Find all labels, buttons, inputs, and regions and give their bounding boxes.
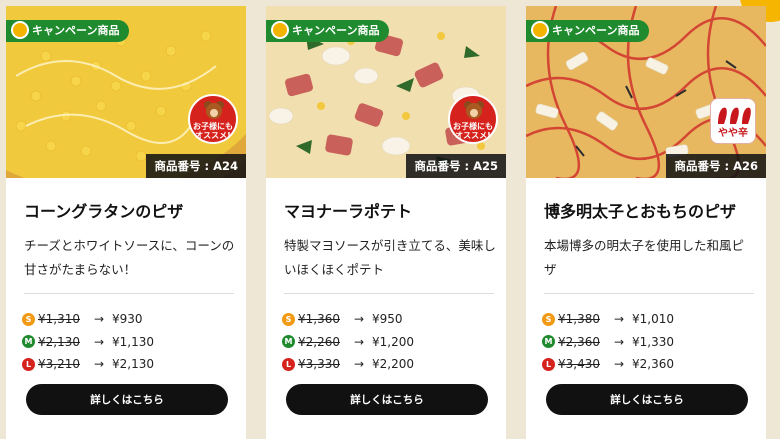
size-l-icon: L xyxy=(22,357,35,371)
medal-icon xyxy=(11,21,29,39)
campaign-label: キャンペーン商品 xyxy=(552,24,640,37)
campaign-label: キャンペーン商品 xyxy=(292,24,380,37)
arrow-icon: → xyxy=(353,334,365,349)
price-row-l: L ¥3,430 → ¥2,360 xyxy=(542,353,674,375)
campaign-badge: キャンペーン商品 xyxy=(6,20,130,42)
product-title: 博多明太子とおもちのピザ xyxy=(544,202,737,221)
new-price: ¥1,330 xyxy=(632,334,674,349)
badge-text: お子様にもオススメ! xyxy=(453,122,493,140)
old-price: ¥3,210 xyxy=(38,357,80,371)
price-row-l: L ¥3,330 → ¥2,200 xyxy=(282,353,414,375)
pizza-photo[interactable]: キャンペーン商品 お子様にもオススメ! 商品番号 : A25 xyxy=(266,6,506,178)
price-row-m: M ¥2,260 → ¥1,200 xyxy=(282,331,414,353)
new-price: ¥2,360 xyxy=(632,357,674,371)
old-price: ¥3,330 xyxy=(298,357,340,371)
badge-text: お子様にもオススメ! xyxy=(193,122,233,140)
details-button[interactable]: 詳しくはこちら xyxy=(286,384,488,415)
price-row-s: S ¥1,310 → ¥930 xyxy=(22,308,154,330)
price-list: S ¥1,380 → ¥1,010 M ¥2,360 → ¥1,330 L ¥3… xyxy=(542,308,674,376)
divider xyxy=(544,293,754,294)
product-card-list: キャンペーン商品 お子様にもオススメ! 商品番号 : A24 コーングラタンのピ… xyxy=(6,6,780,439)
arrow-icon: → xyxy=(613,334,625,349)
details-button[interactable]: 詳しくはこちら xyxy=(546,384,748,415)
product-title: コーングラタンのピザ xyxy=(24,202,184,221)
spicy-badge: やや辛 xyxy=(710,98,756,144)
product-card: キャンペーン商品 お子様にもオススメ! 商品番号 : A25 マヨナーラポテト … xyxy=(266,6,506,439)
old-price: ¥1,360 xyxy=(298,312,340,326)
campaign-badge: キャンペーン商品 xyxy=(526,20,650,42)
details-button[interactable]: 詳しくはこちら xyxy=(26,384,228,415)
kids-recommend-badge: お子様にもオススメ! xyxy=(448,94,498,144)
size-l-icon: L xyxy=(542,357,555,371)
new-price: ¥1,010 xyxy=(632,312,674,326)
product-number: 商品番号 : A26 xyxy=(666,154,766,178)
old-price: ¥1,380 xyxy=(558,312,600,326)
medal-icon xyxy=(531,21,549,39)
medal-icon xyxy=(271,21,289,39)
product-number: 商品番号 : A24 xyxy=(146,154,246,178)
product-number: 商品番号 : A25 xyxy=(406,154,506,178)
pizza-photo[interactable]: キャンペーン商品 お子様にもオススメ! 商品番号 : A24 xyxy=(6,6,246,178)
kids-recommend-badge: お子様にもオススメ! xyxy=(188,94,238,144)
price-row-s: S ¥1,380 → ¥1,010 xyxy=(542,308,674,330)
product-description: チーズとホワイトソースに、コーンの甘さがたまらない！ xyxy=(24,238,235,277)
product-description: 特製マヨソースが引き立てる、美味しいほくほくポテト xyxy=(284,238,496,277)
size-l-icon: L xyxy=(282,357,295,371)
campaign-label: キャンペーン商品 xyxy=(32,24,120,37)
price-row-m: M ¥2,130 → ¥1,130 xyxy=(22,331,154,353)
new-price: ¥950 xyxy=(372,312,403,326)
price-row-l: L ¥3,210 → ¥2,130 xyxy=(22,353,154,375)
product-description: 本場博多の明太子を使用した和風ピザ xyxy=(544,238,745,277)
old-price: ¥2,130 xyxy=(38,334,80,349)
arrow-icon: → xyxy=(353,357,365,371)
chili-hands-icon xyxy=(718,107,751,124)
divider xyxy=(24,293,234,294)
new-price: ¥1,130 xyxy=(112,334,154,349)
product-card: キャンペーン商品 お子様にもオススメ! 商品番号 : A24 コーングラタンのピ… xyxy=(6,6,246,439)
new-price: ¥930 xyxy=(112,312,143,326)
size-s-icon: S xyxy=(282,312,295,326)
new-price: ¥2,130 xyxy=(112,357,154,371)
size-m-icon: M xyxy=(542,335,555,348)
arrow-icon: → xyxy=(93,357,105,371)
size-s-icon: S xyxy=(22,312,35,326)
price-list: S ¥1,360 → ¥950 M ¥2,260 → ¥1,200 L ¥3,3… xyxy=(282,308,414,376)
old-price: ¥1,310 xyxy=(38,312,80,326)
product-title: マヨナーラポテト xyxy=(284,202,413,221)
size-s-icon: S xyxy=(542,312,555,326)
price-row-s: S ¥1,360 → ¥950 xyxy=(282,308,414,330)
bear-icon xyxy=(464,101,484,119)
campaign-badge: キャンペーン商品 xyxy=(266,20,390,42)
old-price: ¥2,260 xyxy=(298,334,340,349)
old-price: ¥2,360 xyxy=(558,334,600,349)
product-card: キャンペーン商品 やや辛 商品番号 : A26 博多明太子とおもちのピザ 本場博… xyxy=(526,6,766,439)
divider xyxy=(284,293,494,294)
arrow-icon: → xyxy=(613,357,625,371)
new-price: ¥2,200 xyxy=(372,357,414,371)
price-list: S ¥1,310 → ¥930 M ¥2,130 → ¥1,130 L ¥3,2… xyxy=(22,308,154,376)
arrow-icon: → xyxy=(93,312,105,326)
size-m-icon: M xyxy=(282,335,295,348)
spicy-label: やや辛 xyxy=(718,128,748,139)
bear-icon xyxy=(204,101,224,119)
arrow-icon: → xyxy=(353,312,365,326)
arrow-icon: → xyxy=(93,334,105,349)
new-price: ¥1,200 xyxy=(372,334,414,349)
arrow-icon: → xyxy=(613,312,625,326)
price-row-m: M ¥2,360 → ¥1,330 xyxy=(542,331,674,353)
pizza-photo[interactable]: キャンペーン商品 やや辛 商品番号 : A26 xyxy=(526,6,766,178)
size-m-icon: M xyxy=(22,335,35,348)
old-price: ¥3,430 xyxy=(558,357,600,371)
